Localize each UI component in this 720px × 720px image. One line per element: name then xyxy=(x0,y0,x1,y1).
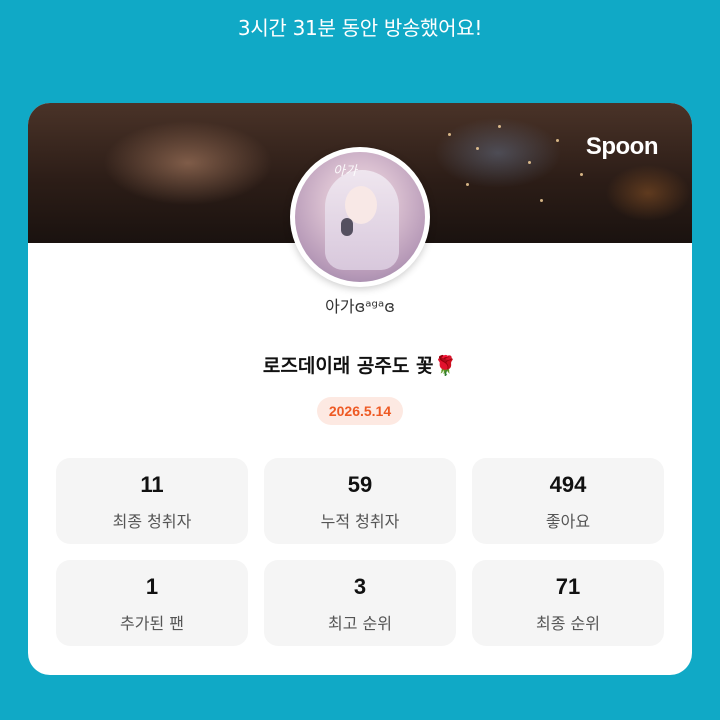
stat-label: 누적 청취자 xyxy=(320,512,400,531)
stat-value: 494 xyxy=(549,472,587,497)
stat-value: 3 xyxy=(353,574,367,599)
stat-highest-rank: 3 최고 순위 xyxy=(264,560,456,646)
stat-final-rank: 71 최종 순위 xyxy=(472,560,664,646)
spoon-logo: Spoon xyxy=(585,133,659,160)
date-badge: 2026.5.14 xyxy=(316,397,404,425)
stat-new-fans: 1 추가된 팬 xyxy=(56,560,248,646)
stat-label: 좋아요 xyxy=(545,512,591,531)
avatar-caption: 아가 xyxy=(333,164,357,179)
broadcast-duration-title: 3시간 31분 동안 방송했어요! xyxy=(237,16,483,40)
stat-final-listeners: 11 최종 청취자 xyxy=(56,458,248,544)
stat-value: 11 xyxy=(140,472,164,497)
broadcast-summary-card: Spoon 아가 아가ɞᵃᵍᵃɞ 로즈데이래 공주도 꽃🌹 2026.5.14 … xyxy=(28,103,692,675)
broadcast-title: 로즈데이래 공주도 꽃🌹 xyxy=(262,355,458,377)
stat-label: 최종 순위 xyxy=(536,614,600,633)
stat-label: 최고 순위 xyxy=(328,614,392,633)
avatar-image: 아가 xyxy=(295,152,425,282)
stat-label: 추가된 팬 xyxy=(120,614,184,633)
stats-grid: 11 최종 청취자 59 누적 청취자 494 좋아요 1 추가된 팬 3 최고… xyxy=(56,458,664,646)
stat-label: 최종 청취자 xyxy=(112,512,192,531)
stat-value: 1 xyxy=(145,574,159,599)
dj-nickname: 아가ɞᵃᵍᵃɞ xyxy=(325,297,395,316)
stat-value: 59 xyxy=(347,472,373,497)
stat-likes: 494 좋아요 xyxy=(472,458,664,544)
stat-total-listeners: 59 누적 청취자 xyxy=(264,458,456,544)
profile-avatar: 아가 xyxy=(290,147,430,287)
microphone-icon xyxy=(341,218,353,236)
stat-value: 71 xyxy=(555,574,581,599)
